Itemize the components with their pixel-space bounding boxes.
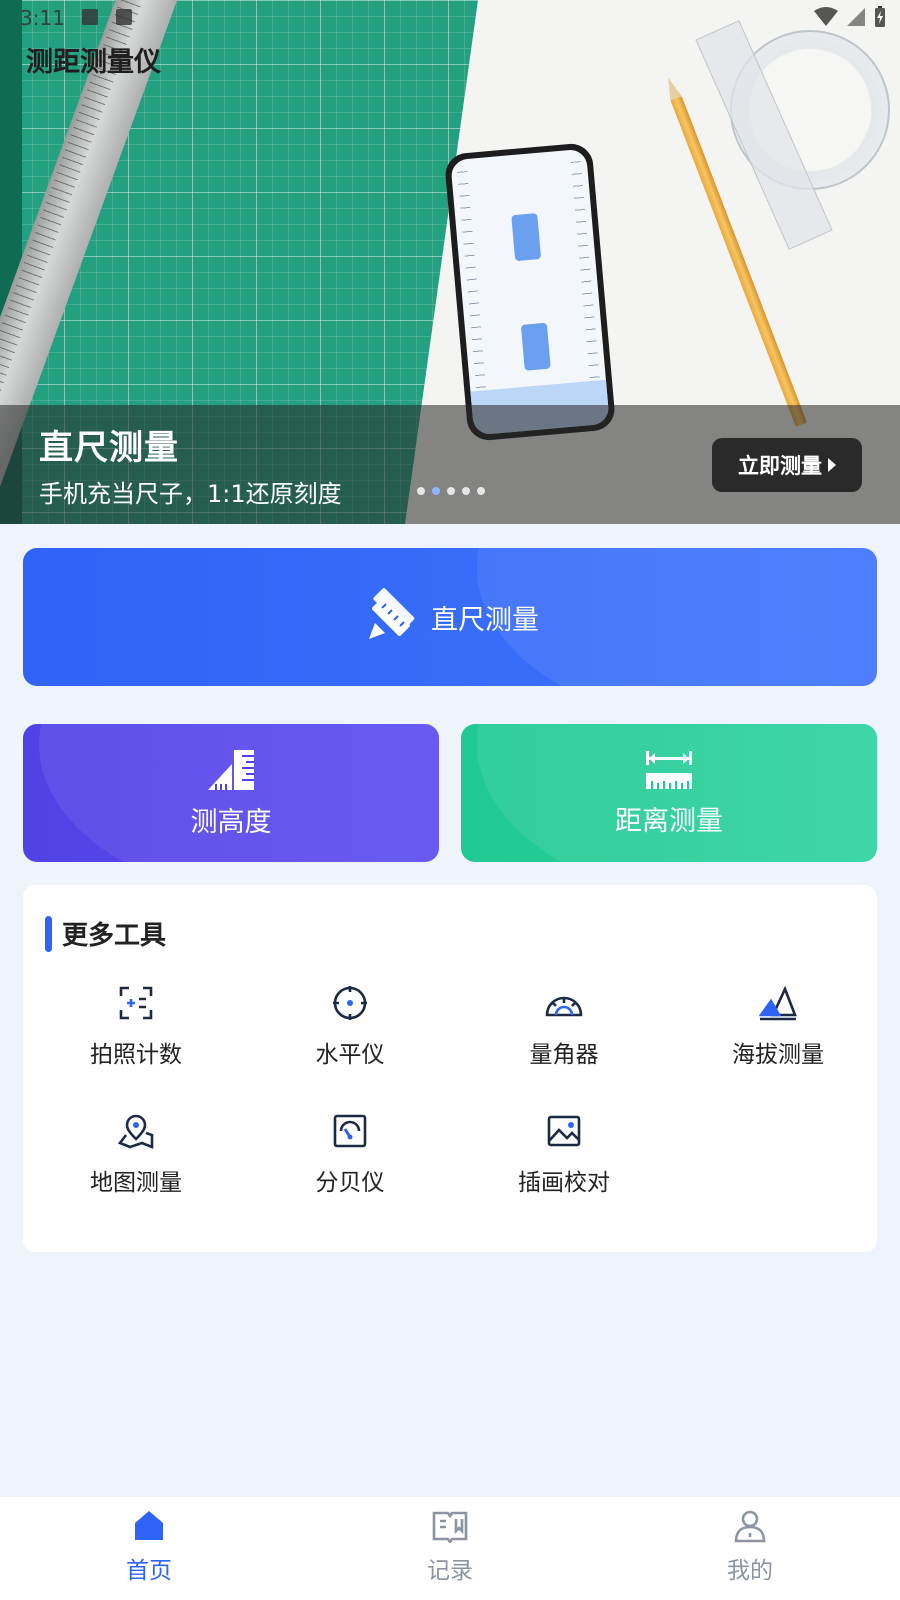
tool-decibel[interactable]: 分贝仪 [260, 1113, 440, 1213]
more-tools-title: 更多工具 [62, 921, 167, 951]
wifi-icon [814, 7, 838, 26]
carousel-indicator[interactable] [417, 487, 485, 495]
nav-records[interactable]: 记录 [390, 1509, 510, 1585]
altitude-icon [759, 985, 797, 1021]
tool-illustration-check[interactable]: 插画校对 [474, 1113, 654, 1213]
nav-profile[interactable]: 我的 [690, 1509, 810, 1585]
tool-label: 地图测量 [90, 1170, 182, 1196]
status-icons [814, 6, 886, 28]
carousel-dot[interactable] [462, 487, 470, 495]
nav-home-label: 首页 [126, 1558, 172, 1584]
app-title: 测距测量仪 [26, 47, 161, 78]
ruler-pencil-icon [369, 588, 415, 639]
caret-right-icon [828, 458, 836, 472]
gallery-notification-icon [82, 9, 98, 25]
record-book-icon [432, 1511, 468, 1543]
carousel-dot[interactable] [417, 487, 425, 495]
app-notification-icon [116, 9, 132, 25]
more-tools-heading: 更多工具 [45, 915, 166, 952]
tool-label: 量角器 [529, 1042, 599, 1068]
height-measure-card[interactable]: 测高度 [23, 724, 439, 862]
tool-label: 分贝仪 [315, 1170, 385, 1196]
tool-map-measure[interactable]: 地图测量 [46, 1113, 226, 1213]
height-measure-label: 测高度 [190, 806, 272, 838]
building-height-icon [208, 749, 254, 790]
nav-profile-label: 我的 [727, 1558, 773, 1584]
tool-protractor[interactable]: 量角器 [474, 985, 654, 1085]
heading-accent-bar [45, 915, 52, 952]
status-time: 3:11 [20, 6, 65, 30]
more-tools-panel: 更多工具 拍照计数 水平仪 量角器 海拔测量 地图测量 分贝仪 插画校对 [23, 885, 877, 1252]
nav-records-label: 记录 [427, 1558, 473, 1584]
banner-subtitle: 手机充当尺子，1:1还原刻度 [39, 480, 342, 508]
map-pin-icon [118, 1114, 154, 1149]
protractor-icon [545, 996, 583, 1017]
signal-icon [847, 8, 865, 26]
distance-icon [646, 750, 692, 789]
photo-count-icon [119, 986, 153, 1020]
distance-measure-card[interactable]: 距离测量 [461, 724, 877, 862]
ruler-measure-label: 直尺测量 [431, 604, 539, 636]
distance-measure-label: 距离测量 [615, 805, 723, 837]
tool-label: 插画校对 [518, 1170, 610, 1196]
tool-label: 水平仪 [315, 1042, 385, 1068]
nav-home[interactable]: 首页 [89, 1509, 209, 1585]
banner-title: 直尺测量 [39, 428, 179, 468]
battery-icon [875, 6, 885, 27]
bottom-nav: 首页 记录 我的 [0, 1497, 900, 1600]
phone-image [443, 142, 617, 442]
measure-now-label: 立即测量 [738, 454, 822, 478]
tool-label: 拍照计数 [90, 1042, 182, 1068]
level-icon [333, 986, 367, 1020]
tool-label: 海拔测量 [732, 1042, 824, 1068]
decibel-icon [333, 1114, 367, 1148]
carousel-dot[interactable] [477, 487, 485, 495]
measure-now-button[interactable]: 立即测量 [712, 438, 862, 492]
profile-icon [734, 1510, 766, 1543]
carousel-dot-active[interactable] [432, 487, 440, 495]
image-icon [547, 1115, 581, 1147]
home-icon [135, 1511, 163, 1540]
tool-photo-count[interactable]: 拍照计数 [46, 985, 226, 1085]
ruler-measure-card[interactable]: 直尺测量 [23, 548, 877, 686]
tool-altitude[interactable]: 海拔测量 [688, 985, 868, 1085]
carousel-dot[interactable] [447, 487, 455, 495]
tool-level[interactable]: 水平仪 [260, 985, 440, 1085]
